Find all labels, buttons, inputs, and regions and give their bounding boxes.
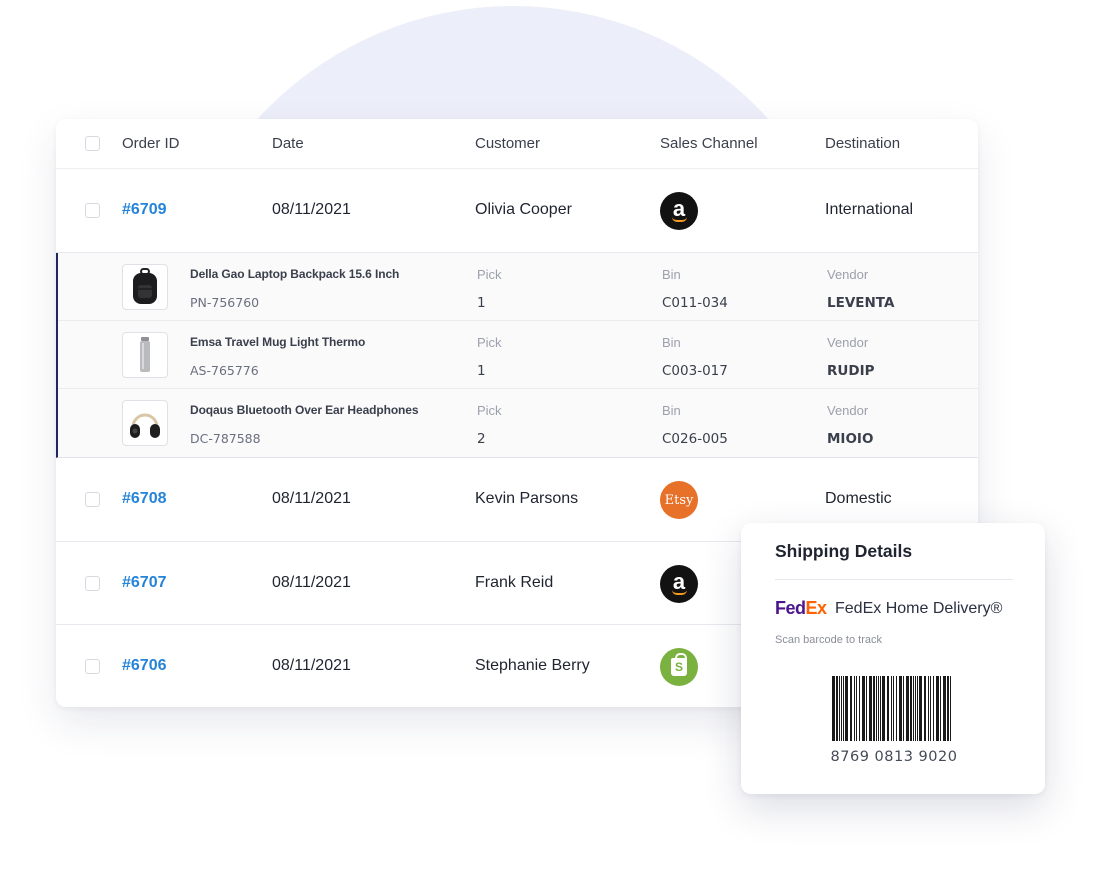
list-item: Emsa Travel Mug Light Thermo AS-765776 P… — [58, 321, 978, 389]
row-checkbox[interactable] — [85, 203, 100, 218]
bin-location: C003-017 — [662, 363, 728, 379]
table-header: Order ID Date Customer Sales Channel Des… — [56, 119, 978, 169]
order-date: 08/11/2021 — [272, 574, 351, 591]
header-customer[interactable]: Customer — [475, 135, 540, 152]
bin-label: Bin — [662, 267, 681, 282]
pick-label: Pick — [477, 267, 502, 282]
header-sales-channel[interactable]: Sales Channel — [660, 135, 758, 152]
item-name: Doqaus Bluetooth Over Ear Headphones — [190, 403, 419, 417]
pick-qty: 1 — [477, 295, 486, 311]
row-checkbox[interactable] — [85, 659, 100, 674]
shipping-service: FedEx Home Delivery® — [835, 600, 1003, 617]
pick-qty: 2 — [477, 431, 486, 447]
vendor-label: Vendor — [827, 403, 869, 418]
bin-label: Bin — [662, 403, 681, 418]
vendor-label: Vendor — [827, 335, 869, 350]
bin-location: C011-034 — [662, 295, 728, 311]
shopify-glyph: S — [674, 660, 683, 674]
item-name: Emsa Travel Mug Light Thermo — [190, 335, 366, 349]
item-sku: DC-787588 — [190, 431, 261, 446]
table-row[interactable]: #6709 08/11/2021 Olivia Cooper a Interna… — [56, 169, 978, 253]
vendor-label: Vendor — [827, 267, 869, 282]
vendor-name: MIOIO — [827, 431, 874, 447]
shopify-bag-icon: S — [671, 653, 687, 676]
customer-name: Kevin Parsons — [475, 490, 579, 507]
etsy-icon: Etsy — [660, 481, 698, 519]
pick-qty: 1 — [477, 363, 486, 379]
order-items-panel: Della Gao Laptop Backpack 15.6 Inch PN-7… — [56, 253, 978, 458]
order-id-link[interactable]: #6707 — [122, 574, 167, 592]
header-date[interactable]: Date — [272, 135, 304, 152]
amazon-icon: a — [660, 565, 698, 603]
bin-label: Bin — [662, 335, 681, 350]
header-destination[interactable]: Destination — [825, 135, 900, 152]
item-name: Della Gao Laptop Backpack 15.6 Inch — [190, 267, 400, 281]
customer-name: Olivia Cooper — [475, 201, 572, 218]
barcode-icon[interactable] — [832, 676, 954, 741]
customer-name: Frank Reid — [475, 574, 554, 591]
list-item: Della Gao Laptop Backpack 15.6 Inch PN-7… — [58, 253, 978, 321]
select-all-checkbox[interactable] — [85, 136, 100, 151]
shopify-icon: S — [660, 648, 698, 686]
order-date: 08/11/2021 — [272, 657, 351, 674]
amazon-icon: a — [660, 192, 698, 230]
etsy-glyph: Etsy — [664, 492, 694, 508]
row-checkbox[interactable] — [85, 492, 100, 507]
backpack-icon — [122, 264, 168, 310]
divider — [775, 579, 1013, 580]
order-date: 08/11/2021 — [272, 490, 351, 507]
scan-hint: Scan barcode to track — [775, 634, 883, 646]
pick-label: Pick — [477, 403, 502, 418]
vendor-name: LEVENTA — [827, 295, 895, 311]
item-sku: AS-765776 — [190, 363, 259, 378]
order-id-link[interactable]: #6709 — [122, 201, 167, 219]
pick-label: Pick — [477, 335, 502, 350]
row-checkbox[interactable] — [85, 576, 100, 591]
mug-icon — [122, 332, 168, 378]
tracking-number[interactable]: 8769 0813 9020 — [775, 749, 1013, 765]
list-item: Doqaus Bluetooth Over Ear Headphones DC-… — [58, 389, 978, 457]
shipping-title: Shipping Details — [775, 541, 913, 561]
shipping-details-card: Shipping Details FedEx FedEx Home Delive… — [741, 523, 1045, 794]
header-order-id[interactable]: Order ID — [122, 135, 180, 152]
order-date: 08/11/2021 — [272, 201, 351, 218]
destination: Domestic — [825, 490, 892, 507]
order-id-link[interactable]: #6706 — [122, 657, 167, 675]
fedex-logo: FedEx — [775, 598, 827, 618]
destination: International — [825, 201, 914, 218]
bin-location: C026-005 — [662, 431, 728, 447]
item-sku: PN-756760 — [190, 295, 260, 310]
customer-name: Stephanie Berry — [475, 657, 590, 674]
headphones-icon — [122, 400, 168, 446]
vendor-name: RUDIP — [827, 363, 875, 379]
order-id-link[interactable]: #6708 — [122, 490, 167, 508]
